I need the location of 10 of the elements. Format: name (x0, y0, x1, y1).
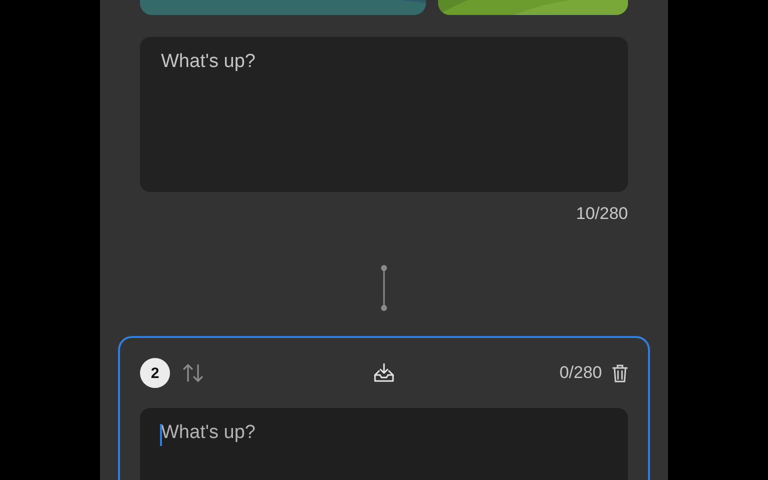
post-number-badge: 2 (140, 358, 170, 388)
reorder-icon[interactable] (182, 363, 204, 383)
post-text-field[interactable]: What's up? (140, 408, 628, 480)
character-count: 10/280 (576, 204, 628, 224)
post-text-field[interactable]: What's up? (140, 37, 628, 192)
text-cursor (160, 424, 162, 446)
thread-connector-line (380, 264, 388, 312)
character-count: 0/280 (559, 363, 602, 383)
trash-icon[interactable] (612, 364, 628, 382)
inbox-download-icon[interactable] (373, 363, 395, 383)
